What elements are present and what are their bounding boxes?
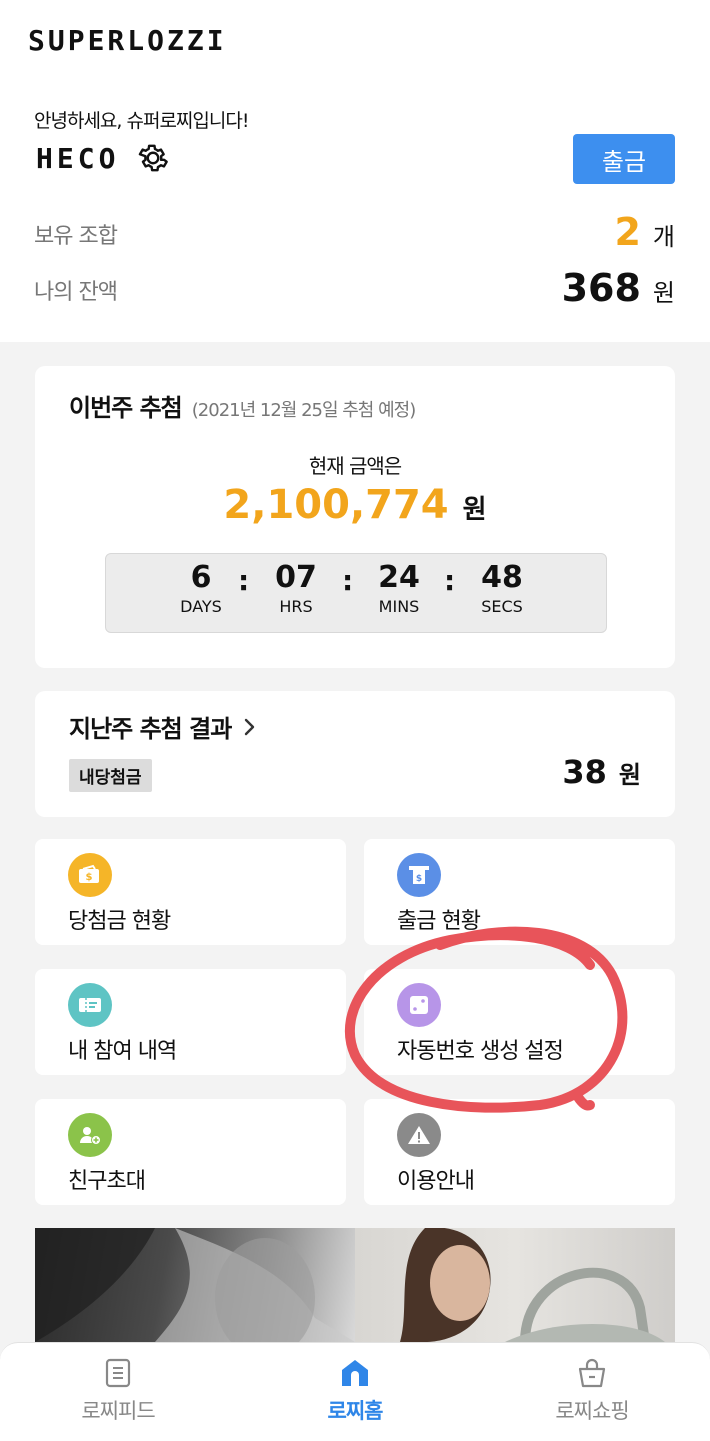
days-value: 6 [190, 560, 212, 595]
my-prize-badge: 내당첨금 [69, 759, 152, 792]
svg-text:$: $ [86, 872, 93, 883]
countdown-days: 6 DAYS [161, 560, 241, 616]
nickname-row: HECO [36, 140, 171, 176]
balance-unit: 원 [652, 279, 675, 307]
nav-tab-shopping[interactable]: 로찌쇼핑 [492, 1357, 692, 1425]
countdown-minutes: 24 MINS [359, 560, 439, 616]
last-week-title-row[interactable]: 지난주 추첨 결과 [69, 709, 257, 744]
my-prize-unit: 원 [618, 761, 641, 789]
colon-separator: : [444, 564, 456, 597]
balance-value-group: 368 원 [562, 266, 675, 310]
withdraw-button[interactable]: 출금 [573, 134, 675, 184]
nav-tab-feed[interactable]: 로찌피드 [18, 1357, 218, 1425]
current-amount: 2,100,774 [223, 482, 449, 528]
countdown-seconds: 48 SECS [462, 560, 542, 616]
combos-value: 2 [614, 210, 641, 254]
menu-my-entries[interactable]: 내 참여 내역 [35, 969, 346, 1075]
nav-label: 로찌홈 [327, 1399, 384, 1423]
draw-title: 이번주 추첨 [69, 394, 183, 422]
menu-invite-friend[interactable]: 친구초대 [35, 1099, 346, 1205]
hrs-value: 07 [275, 560, 317, 595]
menu-label: 당첨금 현황 [68, 909, 171, 934]
nav-tab-home[interactable]: 로찌홈 [255, 1357, 455, 1425]
last-week-result-card[interactable]: 지난주 추첨 결과 내당첨금 38 원 [35, 691, 675, 817]
menu-label: 친구초대 [68, 1169, 146, 1194]
banner-image-right[interactable] [355, 1228, 675, 1342]
days-label: DAYS [180, 597, 222, 616]
countdown-hours: 07 HRS [256, 560, 336, 616]
mins-label: MINS [378, 597, 420, 616]
menu-label: 내 참여 내역 [68, 1039, 177, 1064]
app-logo: SUPERLOZZI [28, 24, 227, 57]
nav-label: 로찌피드 [81, 1399, 155, 1423]
feed-icon [105, 1358, 131, 1388]
header-section: SUPERLOZZI 안녕하세요, 슈퍼로찌입니다! HECO 출금 보유 조합… [0, 0, 710, 342]
svg-text:$: $ [416, 874, 422, 884]
combos-row: 보유 조합 2 개 [34, 210, 675, 254]
secs-label: SECS [481, 597, 523, 616]
draw-title-row: 이번주 추첨 (2021년 12월 25일 추첨 예정) [69, 388, 416, 423]
nav-label: 로찌쇼핑 [555, 1399, 629, 1423]
combos-label: 보유 조합 [34, 224, 118, 249]
wallet-icon: $ [68, 853, 112, 897]
countdown-timer: 6 DAYS : 07 HRS : 24 MINS : 48 SECS [105, 553, 607, 633]
ticket-icon [68, 983, 112, 1027]
atm-withdraw-icon: $ [397, 853, 441, 897]
menu-prize-status[interactable]: $ 당첨금 현황 [35, 839, 346, 945]
mins-value: 24 [378, 560, 420, 595]
portrait-photo-image [35, 1228, 355, 1342]
balance-row: 나의 잔액 368 원 [34, 266, 675, 310]
secs-value: 48 [481, 560, 523, 595]
colon-separator: : [238, 564, 250, 597]
add-friend-icon [68, 1113, 112, 1157]
balance-value: 368 [561, 266, 641, 310]
nickname: HECO [36, 141, 120, 175]
greeting-text: 안녕하세요, 슈퍼로찌입니다! [34, 110, 249, 132]
combos-unit: 개 [652, 223, 675, 251]
annotation-circle [345, 926, 628, 1113]
current-amount-unit: 원 [462, 495, 487, 525]
my-prize-value-group: 38 원 [562, 753, 641, 791]
this-week-draw-card: 이번주 추첨 (2021년 12월 25일 추첨 예정) 현재 금액은 2,10… [35, 366, 675, 668]
combos-value-group: 2 개 [614, 210, 675, 254]
balance-label: 나의 잔액 [34, 280, 118, 305]
current-amount-row: 2,100,774 원 [35, 482, 675, 528]
fashion-photo-image [400, 1228, 665, 1342]
colon-separator: : [342, 564, 354, 597]
chevron-right-icon [245, 718, 255, 735]
hrs-label: HRS [279, 597, 313, 616]
my-prize-value: 38 [562, 753, 607, 791]
home-icon [342, 1360, 368, 1386]
shopping-basket-icon [578, 1358, 606, 1388]
menu-label: 이용안내 [397, 1169, 475, 1194]
bottom-navigation: 로찌피드 로찌홈 로찌쇼핑 [0, 1342, 710, 1441]
draw-date: (2021년 12월 25일 추첨 예정) [191, 400, 416, 421]
gear-icon[interactable] [135, 140, 171, 176]
last-week-title: 지난주 추첨 결과 [69, 715, 232, 743]
current-amount-label: 현재 금액은 [308, 454, 402, 478]
banner-image-left[interactable] [35, 1228, 355, 1342]
